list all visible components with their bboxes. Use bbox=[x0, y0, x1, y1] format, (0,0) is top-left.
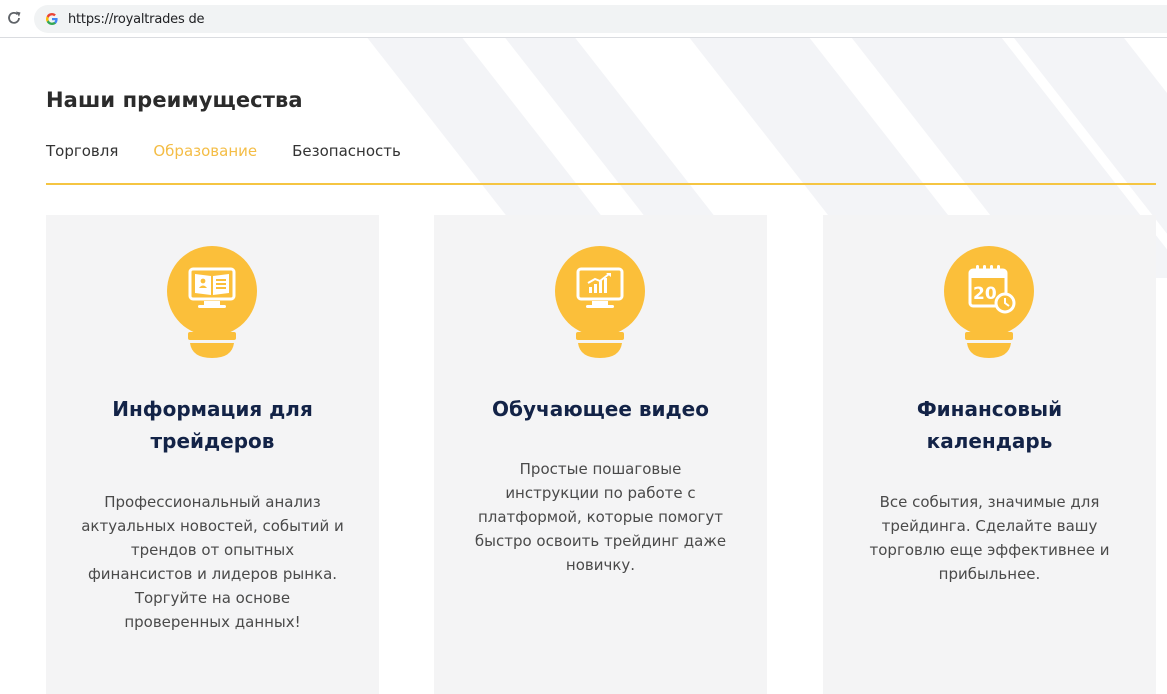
card-description-line: трендов от опытных bbox=[130, 541, 295, 559]
page-content: Наши преимущества Торговля Образование Б… bbox=[0, 38, 1167, 694]
browser-toolbar: https://royaltrades de bbox=[0, 0, 1167, 38]
card-description: Все события, значимые для трейдинга. Сде… bbox=[851, 490, 1128, 586]
feature-card: Обучающее видео Простые пошаговые инстру… bbox=[434, 215, 767, 694]
tab-education[interactable]: Образование bbox=[153, 142, 257, 160]
address-bar[interactable]: https://royaltrades de bbox=[34, 5, 1167, 33]
section-title: Наши преимущества bbox=[46, 88, 303, 112]
tab-trading[interactable]: Торговля bbox=[46, 142, 118, 160]
chart-monitor-icon bbox=[554, 246, 647, 358]
card-description-line: Простые пошаговые bbox=[519, 460, 682, 478]
card-title-line: трейдеров bbox=[150, 429, 275, 453]
card-title-line: Информация для bbox=[112, 397, 313, 421]
reload-icon[interactable] bbox=[4, 8, 24, 28]
card-title-line: Обучающее видео bbox=[491, 397, 709, 421]
card-description-line: платформой, которые помогут bbox=[477, 508, 724, 526]
card-title: Информация для трейдеров bbox=[66, 393, 359, 457]
tab-bar: Торговля Образование Безопасность bbox=[46, 142, 401, 160]
card-description-line: финансистов и лидеров рынка. bbox=[87, 565, 338, 583]
feature-card: Информация для трейдеров Профессиональны… bbox=[46, 215, 379, 694]
card-title: Обучающее видео bbox=[454, 393, 747, 425]
card-description-line: Профессиональный анализ bbox=[104, 493, 321, 511]
tab-security[interactable]: Безопасность bbox=[292, 142, 401, 160]
card-description: Простые пошаговые инструкции по работе с… bbox=[462, 457, 739, 577]
card-title-line: календарь bbox=[926, 429, 1053, 453]
svg-text:20: 20 bbox=[973, 284, 997, 304]
card-description-line: актуальных новостей, событий и bbox=[81, 517, 344, 535]
calendar-clock-icon: 20 bbox=[943, 246, 1036, 358]
tabs-divider bbox=[46, 183, 1156, 185]
feature-card: 20 Финансовый календарь Все события, зна… bbox=[823, 215, 1156, 694]
card-description-line: Все события, значимые для bbox=[879, 493, 1100, 511]
card-description: Профессиональный анализ актуальных новос… bbox=[74, 490, 351, 634]
card-description-line: проверенных данных! bbox=[124, 613, 301, 631]
book-monitor-icon bbox=[166, 246, 259, 358]
google-g-icon bbox=[44, 11, 60, 27]
card-description-line: быстро освоить трейдинг даже bbox=[474, 532, 727, 550]
url-text[interactable]: https://royaltrades de bbox=[68, 12, 204, 27]
card-description-line: трейдинга. Сделайте вашу bbox=[881, 517, 1098, 535]
card-description-line: инструкции по работе с bbox=[505, 484, 696, 502]
card-title: Финансовый календарь bbox=[843, 393, 1136, 457]
card-title-line: Финансовый bbox=[916, 397, 1063, 421]
card-description-line: новичку. bbox=[565, 556, 636, 574]
card-description-line: торговлю еще эффективнее и bbox=[869, 541, 1110, 559]
card-description-line: прибыльнее. bbox=[938, 565, 1041, 583]
card-description-line: Торгуйте на основе bbox=[134, 589, 291, 607]
